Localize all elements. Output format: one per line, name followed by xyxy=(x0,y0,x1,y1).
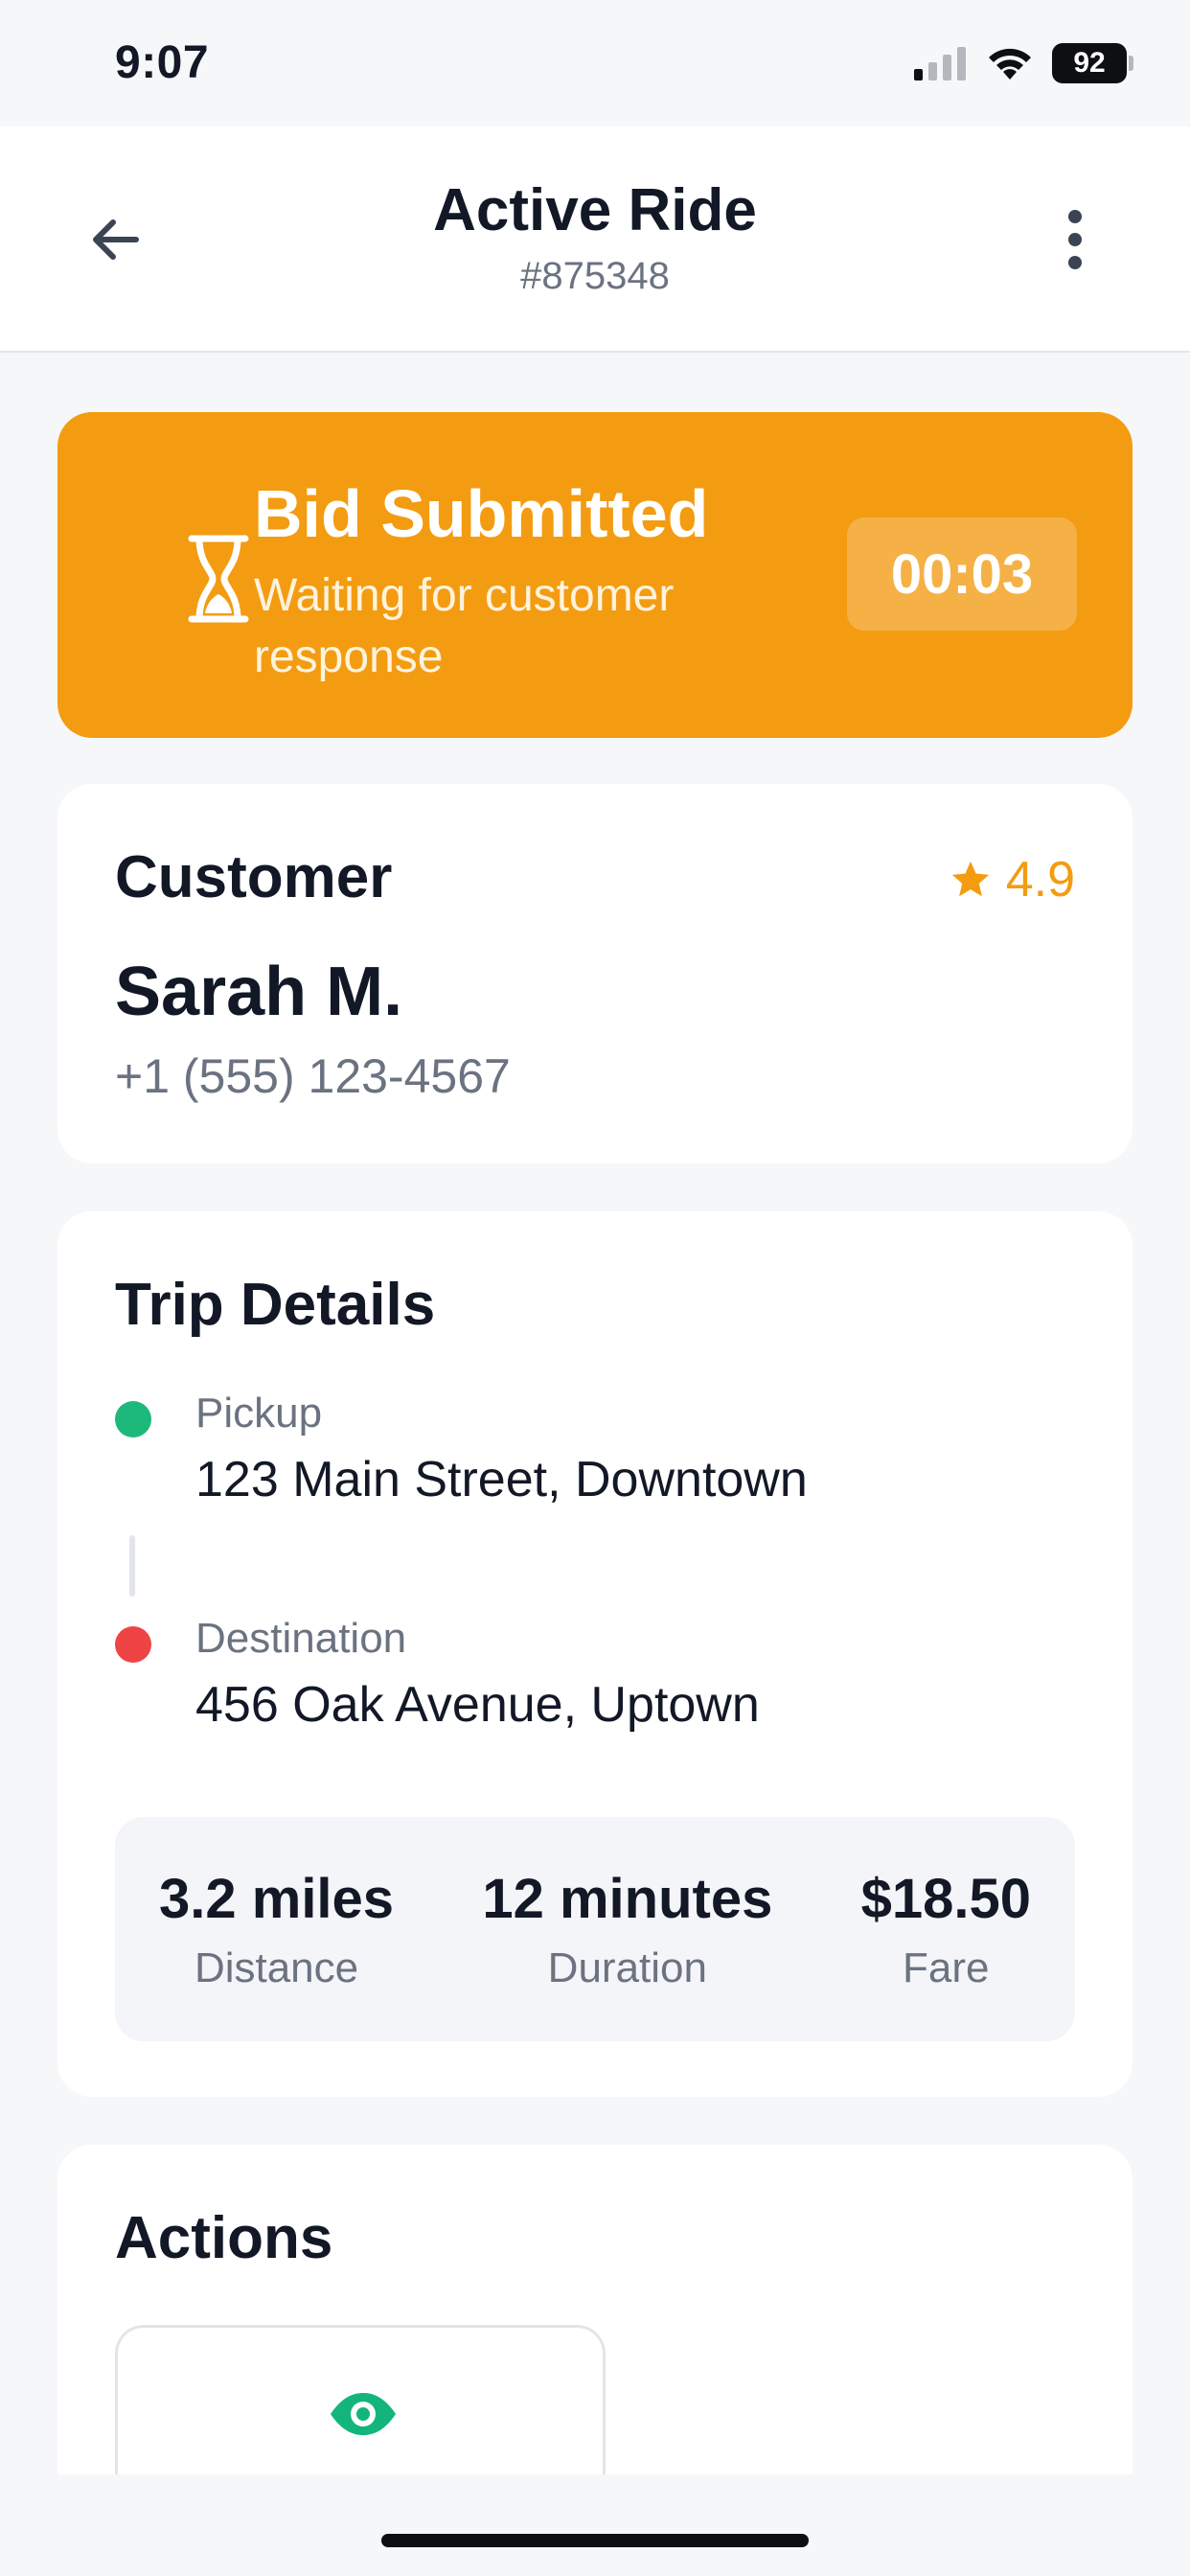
actions-heading: Actions xyxy=(115,2205,333,2271)
ride-id: #875348 xyxy=(520,255,670,297)
stat-fare: $18.50 Fare xyxy=(861,1817,1031,2041)
more-options-button[interactable] xyxy=(1041,201,1110,278)
star-icon xyxy=(951,861,989,897)
pickup-address: 123 Main Street, Downtown xyxy=(195,1452,808,1507)
header: Active Ride #875348 xyxy=(0,126,1190,353)
stat-value: $18.50 xyxy=(860,1867,1031,1930)
pickup-label: Pickup xyxy=(195,1390,323,1437)
stat-distance: 3.2 miles Distance xyxy=(159,1817,394,2041)
customer-name: Sarah M. xyxy=(115,954,403,1030)
pickup-dot-icon xyxy=(115,1401,151,1438)
status-time: 9:07 xyxy=(115,37,210,88)
customer-rating: 4.9 xyxy=(949,851,1075,908)
stat-label: Fare xyxy=(903,1944,990,1991)
trip-details-card: Trip Details Pickup 123 Main Street, Dow… xyxy=(57,1211,1133,2097)
stat-label: Distance xyxy=(194,1944,359,1991)
battery-level: 92 xyxy=(1073,47,1106,79)
page-title: Active Ride xyxy=(433,177,757,243)
rating-value: 4.9 xyxy=(1005,852,1075,908)
stat-value: 12 minutes xyxy=(482,1867,773,1930)
bottom-safe-area xyxy=(0,2474,1190,2576)
active-ride-screen: 9:07 92 Active Ride #875348 Bid Submitte… xyxy=(0,0,1190,2576)
home-indicator[interactable] xyxy=(381,2534,809,2547)
customer-heading: Customer xyxy=(115,844,393,910)
eye-icon xyxy=(331,2393,396,2435)
battery-indicator: 92 xyxy=(1052,43,1133,83)
more-vertical-icon xyxy=(1068,210,1082,269)
stat-label: Duration xyxy=(547,1944,707,1991)
cellular-signal-icon xyxy=(914,47,966,80)
route-connector xyxy=(129,1535,135,1597)
trip-details-heading: Trip Details xyxy=(115,1272,436,1338)
status-bar: 9:07 92 xyxy=(0,0,1190,126)
bid-status-banner: Bid Submitted Waiting for customer respo… xyxy=(57,412,1133,738)
destination-address: 456 Oak Avenue, Uptown xyxy=(195,1677,760,1733)
destination-dot-icon xyxy=(115,1626,151,1663)
stat-value: 3.2 miles xyxy=(159,1867,395,1930)
hourglass-icon xyxy=(188,535,249,623)
customer-phone[interactable]: +1 (555) 123-4567 xyxy=(115,1048,511,1104)
wifi-icon xyxy=(989,48,1031,80)
destination-label: Destination xyxy=(195,1615,407,1662)
bid-timer: 00:03 xyxy=(847,518,1077,631)
bid-status-subtitle: Waiting for customer response xyxy=(254,570,675,682)
status-icons: 92 xyxy=(914,42,1133,84)
stat-duration: 12 minutes Duration xyxy=(482,1817,772,2041)
trip-stats: 3.2 miles Distance 12 minutes Duration $… xyxy=(115,1817,1075,2041)
bid-status-title: Bid Submitted xyxy=(254,476,709,551)
customer-card: Customer 4.9 Sarah M. +1 (555) 123-4567 xyxy=(57,784,1133,1163)
